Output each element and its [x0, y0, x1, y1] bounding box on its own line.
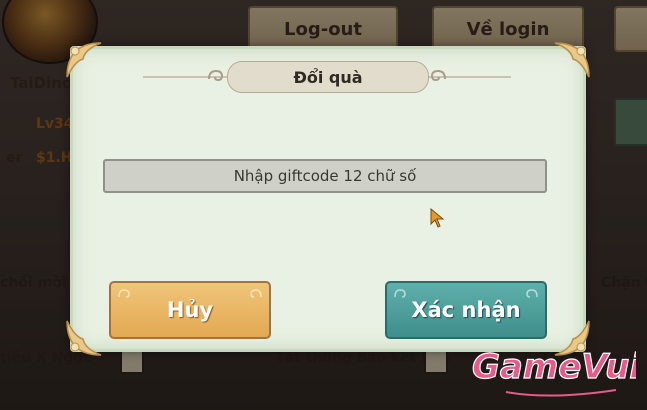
giftcode-input[interactable]	[103, 159, 547, 193]
corner-ornament-icon	[551, 39, 593, 81]
watermark-text: GameVui	[472, 347, 636, 387]
dialog-title-bar: Đổi quà	[227, 61, 429, 93]
cloud-swirl-icon	[208, 69, 224, 82]
cloud-swirl-icon	[250, 289, 262, 298]
cancel-button-label: Hủy	[166, 298, 214, 322]
cloud-swirl-icon	[526, 289, 538, 298]
cloud-swirl-icon	[118, 289, 130, 298]
dialog-title: Đổi quà	[293, 67, 363, 87]
corner-ornament-icon	[63, 39, 105, 81]
cloud-swirl-icon	[394, 289, 406, 298]
corner-ornament-icon	[63, 317, 105, 359]
mouse-cursor-icon	[430, 208, 445, 228]
cloud-swirl-icon	[430, 69, 446, 82]
confirm-button[interactable]: Xác nhận	[385, 281, 547, 339]
giftcode-dialog: Đổi quà Hủy Xác nhận	[66, 42, 590, 356]
cancel-button[interactable]: Hủy	[109, 281, 271, 339]
gamevui-watermark-logo: GameVui	[471, 346, 636, 397]
confirm-button-label: Xác nhận	[411, 298, 521, 322]
